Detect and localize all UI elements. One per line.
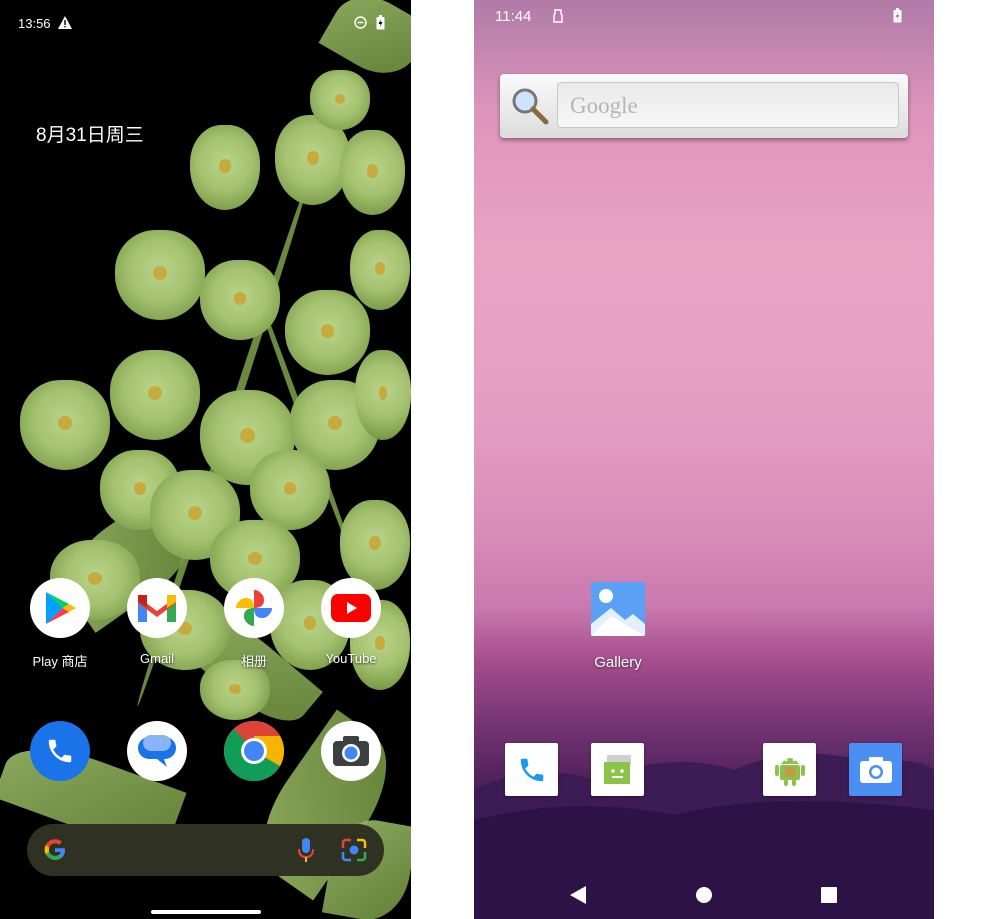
back-icon[interactable] [569, 885, 587, 905]
phone-app[interactable] [505, 743, 558, 796]
chrome-app[interactable] [224, 721, 284, 781]
left-phone-screen: 13:56 8月31日周三 Play 商店 Gmail 相册 YouTube [0, 0, 411, 919]
play-store-app[interactable] [30, 578, 90, 638]
do-not-disturb-icon [354, 16, 367, 29]
gmail-label: Gmail [140, 651, 174, 666]
gesture-handle[interactable] [151, 910, 261, 914]
battery-charging-icon [893, 8, 902, 23]
play-store-label: Play 商店 [32, 654, 88, 669]
microphone-icon[interactable] [297, 837, 315, 863]
lens-icon[interactable] [341, 838, 367, 862]
phone-icon [48, 739, 72, 763]
youtube-label: YouTube [325, 651, 377, 666]
youtube-app[interactable] [321, 578, 381, 638]
photos-label: 相册 [240, 654, 267, 669]
camera-icon [859, 756, 892, 783]
gmail-icon [138, 595, 176, 622]
status-bar: 13:56 [0, 0, 411, 46]
status-time: 11:44 [495, 8, 532, 25]
play-store-icon [46, 592, 76, 624]
gallery-icon [591, 582, 645, 636]
google-search-bar[interactable] [27, 824, 384, 876]
warning-icon [58, 16, 72, 29]
messages-icon [138, 735, 176, 767]
google-g-icon [44, 839, 65, 860]
android-app[interactable] [763, 743, 816, 796]
status-bar: 11:44 [474, 0, 934, 46]
messaging-app[interactable] [591, 743, 644, 796]
messages-app[interactable] [127, 721, 187, 781]
youtube-icon [331, 594, 371, 622]
camera-app[interactable] [849, 743, 902, 796]
phone-icon [520, 758, 543, 781]
gmail-app[interactable] [127, 578, 187, 638]
status-time: 13:56 [18, 16, 51, 31]
photos-icon [236, 590, 272, 626]
gallery-label: Gallery [594, 654, 642, 671]
recents-icon[interactable] [820, 886, 838, 904]
date-widget[interactable]: 8月31日周三 [36, 120, 144, 147]
search-placeholder: Google [570, 93, 638, 118]
right-phone-screen: 11:44 Google Gallery [474, 0, 934, 919]
search-input[interactable]: Google [557, 82, 899, 128]
gallery-app[interactable] [591, 582, 645, 636]
android-icon [774, 757, 805, 786]
home-icon[interactable] [695, 886, 713, 904]
messaging-icon [603, 754, 631, 784]
battery-charging-icon [376, 15, 385, 30]
google-search-widget[interactable]: Google [500, 74, 908, 138]
phone-app[interactable] [30, 721, 90, 781]
sd-card-icon [553, 9, 563, 23]
chrome-icon [224, 721, 284, 781]
photos-app[interactable] [224, 578, 284, 638]
magnifier-icon[interactable] [510, 86, 550, 126]
camera-icon [333, 736, 369, 766]
camera-app[interactable] [321, 721, 381, 781]
